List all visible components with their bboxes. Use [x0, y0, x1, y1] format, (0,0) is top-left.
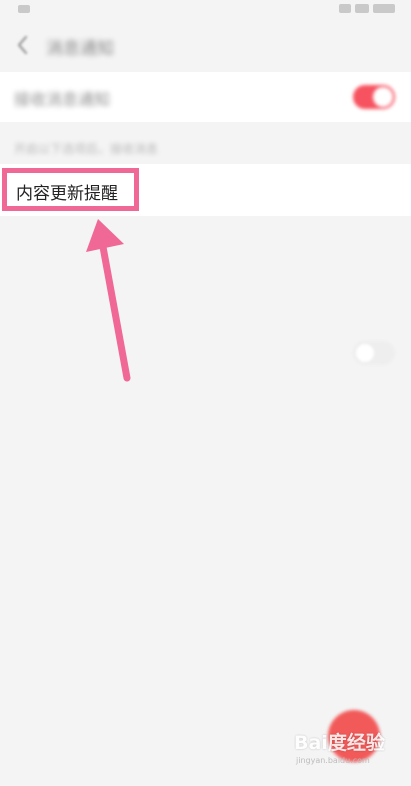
master-notification-toggle[interactable]: [353, 85, 395, 109]
page-title: 消息通知: [46, 39, 114, 59]
highlight-box: [2, 168, 139, 211]
app-header: 消息通知: [0, 22, 411, 68]
battery-icon: [373, 4, 395, 13]
master-notification-label: 接收消息通知: [14, 90, 111, 109]
chevron-left-icon[interactable]: [14, 34, 32, 56]
settings-row-master[interactable]: 接收消息通知: [0, 72, 411, 122]
signal-icon: [355, 4, 369, 13]
watermark-url: jingyan.baidu.com: [296, 756, 370, 765]
status-indicators: [339, 4, 395, 13]
status-bar: [0, 0, 411, 20]
section-hint: 开启以下选项后，接收消息: [14, 142, 159, 156]
watermark-brand: Bai度经验: [294, 732, 385, 754]
content-update-toggle[interactable]: [353, 341, 395, 365]
notification-icon: [18, 5, 30, 13]
wifi-icon: [339, 4, 351, 13]
